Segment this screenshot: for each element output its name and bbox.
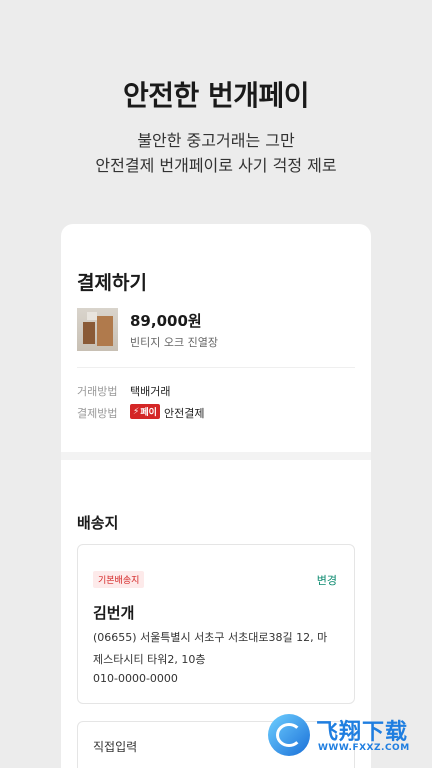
- product-thumbnail[interactable]: [77, 308, 118, 351]
- direct-input-label: 직접입력: [93, 740, 138, 754]
- watermark: 飞翔下载 WWW.FXXZ.COM: [268, 712, 428, 762]
- shipping-title: 배송지: [77, 514, 119, 532]
- default-address-tag: 기본배송지: [93, 571, 145, 588]
- hero-title: 안전한 번개페이: [122, 79, 310, 112]
- lightning-icon: ⚡: [133, 406, 140, 417]
- change-address-button[interactable]: 변경: [317, 572, 337, 588]
- recipient-phone: 010-0000-0000: [93, 672, 178, 685]
- pay-badge-label: 페이: [140, 408, 157, 418]
- section-divider: [61, 452, 371, 460]
- checkout-card: 결제하기 89,000원 빈티지 오크 진열장 거래방법 택배거래 결제방법 ⚡…: [61, 224, 371, 768]
- trade-method-label: 거래방법: [77, 385, 118, 398]
- payment-method-value: 안전결제: [164, 407, 205, 420]
- address-line1: (06655) 서울특별시 서초구 서초대로38길 12, 마: [93, 631, 328, 644]
- watermark-text: 飞翔下载: [316, 720, 409, 745]
- hero-subtitle-line2: 안전결제 번개페이로 사기 걱정 제로: [95, 156, 337, 175]
- hero-subtitle-line1: 불안한 중고거래는 그만: [137, 131, 295, 150]
- address-card[interactable]: 기본배송지 변경 김번개 (06655) 서울특별시 서초구 서초대로38길 1…: [77, 544, 355, 704]
- address-line2: 제스타시티 타워2, 10층: [93, 653, 206, 666]
- bungae-pay-badge: ⚡ 페이: [130, 404, 160, 419]
- watermark-logo-icon: [268, 714, 310, 756]
- recipient-name: 김번개: [93, 604, 135, 622]
- divider: [77, 367, 355, 368]
- watermark-url: WWW.FXXZ.COM: [318, 743, 410, 753]
- trade-method-value: 택배거래: [130, 385, 171, 398]
- payment-method-label: 결제방법: [77, 407, 118, 420]
- checkout-title: 결제하기: [77, 272, 147, 294]
- product-price: 89,000원: [130, 312, 202, 330]
- product-name: 빈티지 오크 진열장: [130, 336, 218, 349]
